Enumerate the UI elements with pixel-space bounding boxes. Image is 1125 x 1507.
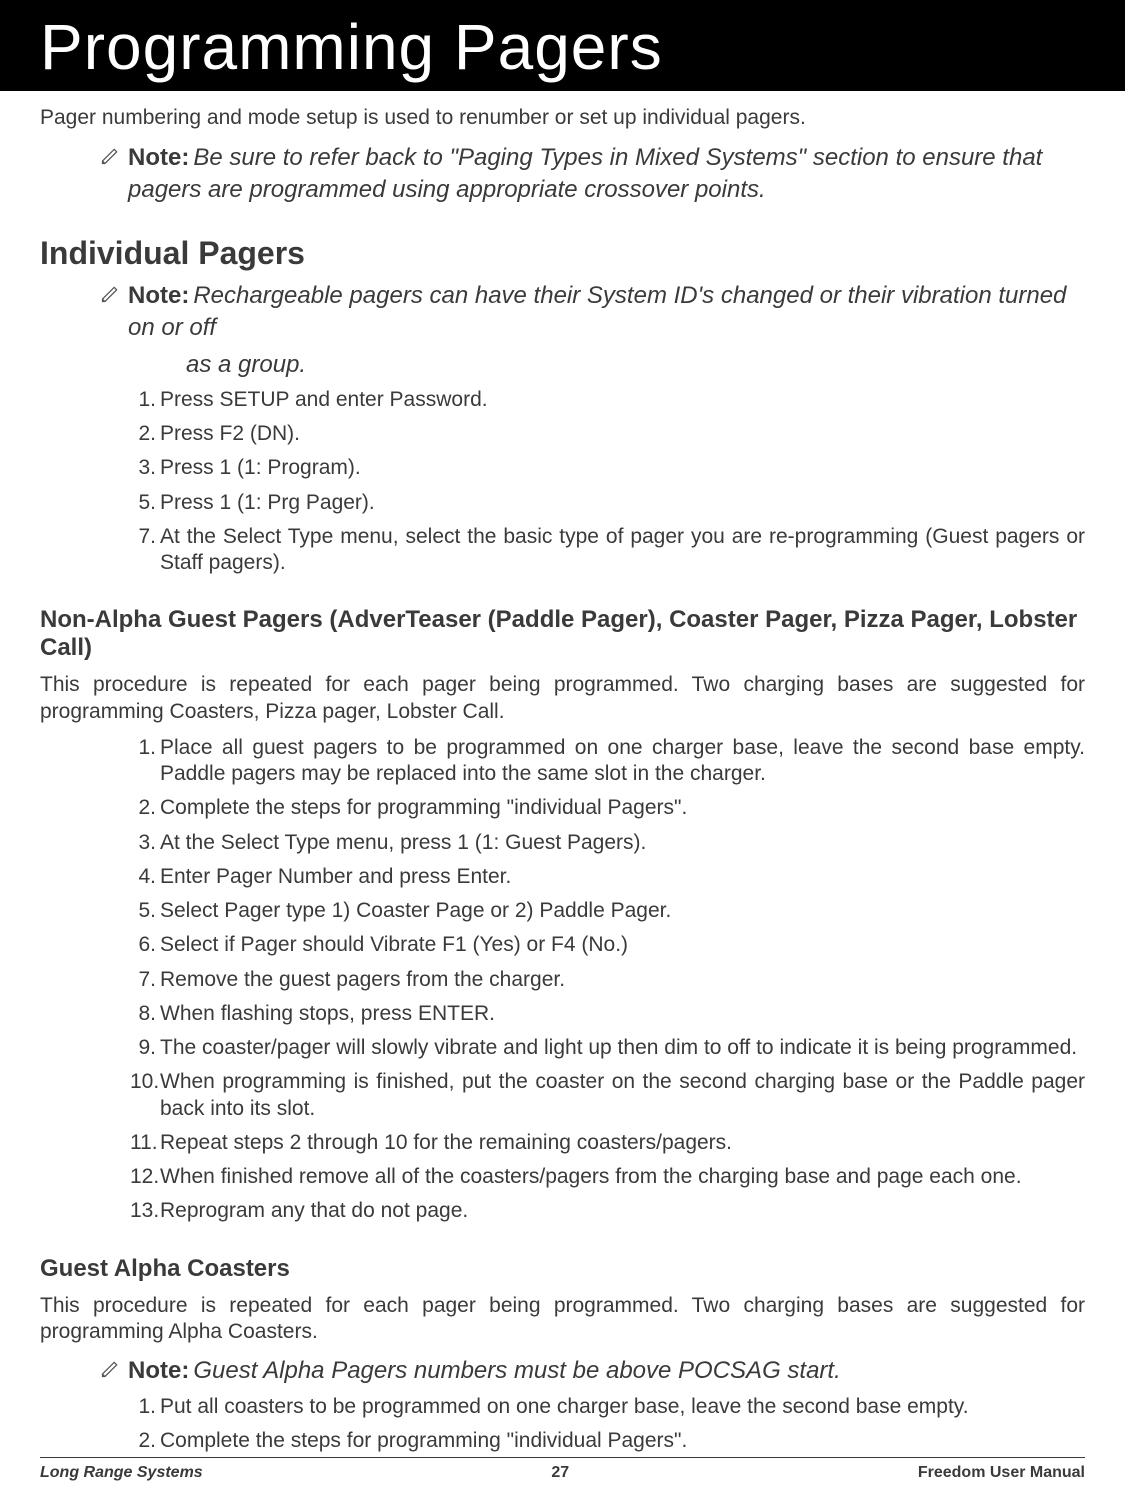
list-item: 7.Remove the guest pagers from the charg… [130,967,1085,993]
note-text: Note:Guest Alpha Pagers numbers must be … [128,1355,841,1387]
list-item: 5.Press 1 (1: Prg Pager). [130,490,1085,516]
heading-alpha: Guest Alpha Coasters [40,1255,1085,1283]
note-body: Guest Alpha Pagers numbers must be above… [193,1357,840,1384]
page-footer: Long Range Systems 27 Freedom User Manua… [40,1457,1085,1482]
intro-text: Pager numbering and mode setup is used t… [40,106,1085,130]
list-item: 2.Complete the steps for programming "in… [130,1428,1085,1454]
list-item: 5.Select Pager type 1) Coaster Page or 2… [130,898,1085,924]
list-nonalpha: 1.Place all guest pagers to be programme… [130,735,1085,1225]
list-item: 1.Press SETUP and enter Password. [130,387,1085,413]
heading-nonalpha: Non-Alpha Guest Pagers (AdverTeaser (Pad… [40,606,1085,662]
note-body-line2: as a group. [186,349,1085,381]
title-bar: Programming Pagers [0,0,1125,91]
note-body-line1: Rechargeable pagers can have their Syste… [128,282,1066,341]
page-title: Programming Pagers [40,10,1085,84]
heading-individual-pagers: Individual Pagers [40,235,1085,272]
pencil-icon [100,146,120,171]
paragraph-alpha: This procedure is repeated for each page… [40,1293,1085,1346]
list-item: 13.Reprogram any that do not page. [130,1198,1085,1224]
note-label: Note: [128,144,189,171]
note-label: Note: [128,282,189,309]
note-text: Note:Be sure to refer back to "Paging Ty… [128,142,1085,207]
list-item: 2.Press F2 (DN). [130,421,1085,447]
list-item: 1.Place all guest pagers to be programme… [130,735,1085,788]
paragraph-nonalpha: This procedure is repeated for each page… [40,672,1085,725]
list-item: 3.Press 1 (1: Program). [130,455,1085,481]
note-text: Note:Rechargeable pagers can have their … [128,280,1085,381]
list-alpha: 1.Put all coasters to be programmed on o… [130,1394,1085,1455]
footer-right: Freedom User Manual [918,1464,1085,1482]
list-item: 8.When flashing stops, press ENTER. [130,1001,1085,1027]
list-item: 9.The coaster/pager will slowly vibrate … [130,1035,1085,1061]
note-block-1: Note:Be sure to refer back to "Paging Ty… [100,142,1085,207]
list-item: 2.Complete the steps for programming "in… [130,795,1085,821]
pencil-icon [100,1359,120,1384]
list-item: 12.When finished remove all of the coast… [130,1164,1085,1190]
list-item: 1.Put all coasters to be programmed on o… [130,1394,1085,1420]
list-item: 11.Repeat steps 2 through 10 for the rem… [130,1130,1085,1156]
note-label: Note: [128,1357,189,1384]
footer-left: Long Range Systems [40,1464,203,1482]
list-item: 6.Select if Pager should Vibrate F1 (Yes… [130,932,1085,958]
list-item: 7.At the Select Type menu, select the ba… [130,524,1085,577]
list-item: 4.Enter Pager Number and press Enter. [130,864,1085,890]
pencil-icon [100,284,120,309]
footer-page-number: 27 [551,1464,569,1482]
list-individual: 1.Press SETUP and enter Password. 2.Pres… [130,387,1085,577]
note-block-3: Note:Guest Alpha Pagers numbers must be … [100,1355,1085,1387]
list-item: 10.When programming is finished, put the… [130,1069,1085,1122]
note-block-2: Note:Rechargeable pagers can have their … [100,280,1085,381]
list-item: 3.At the Select Type menu, press 1 (1: G… [130,830,1085,856]
note-body: Be sure to refer back to "Paging Types i… [128,144,1042,203]
